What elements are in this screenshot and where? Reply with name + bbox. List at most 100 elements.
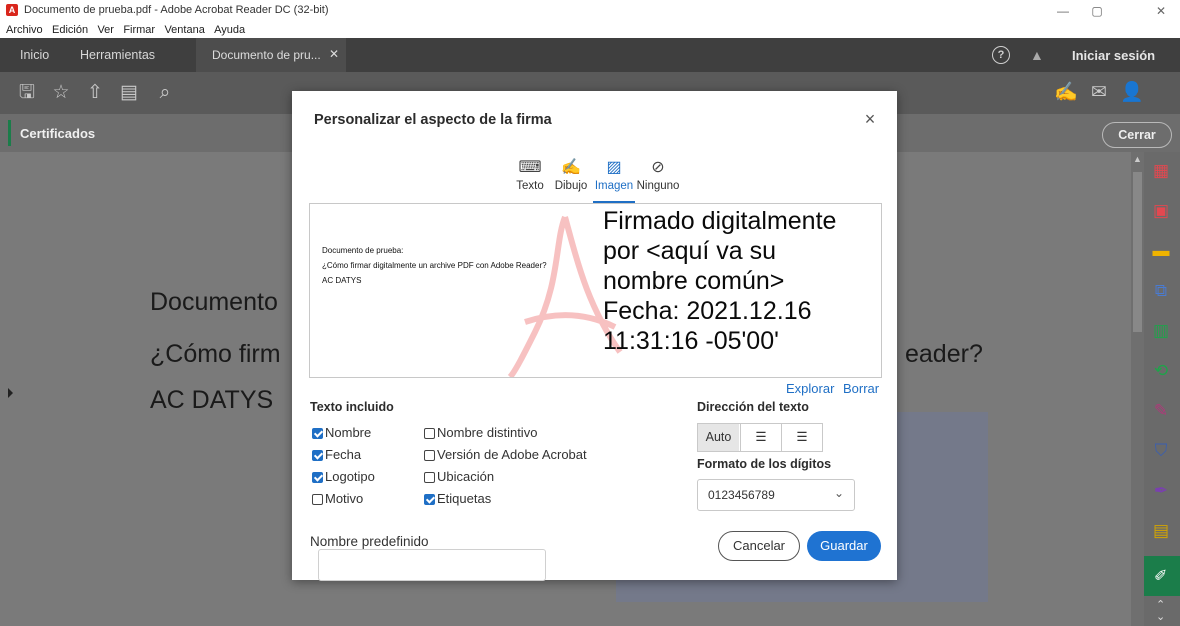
checkbox-motivo[interactable]: Motivo — [312, 490, 363, 508]
doc-line-1: Documento — [150, 288, 278, 316]
checkbox-nombre-distintivo[interactable]: Nombre distintivo — [424, 424, 537, 442]
add-user-icon[interactable]: 👤 — [1120, 82, 1144, 104]
borrar-link[interactable]: Borrar — [843, 381, 879, 396]
print-icon[interactable]: ▤ — [118, 82, 140, 104]
cancel-button[interactable]: Cancelar — [718, 531, 800, 561]
tab-ninguno[interactable]: ⊘ Ninguno — [635, 157, 681, 192]
certificate-pen-icon: ✐ — [1154, 568, 1168, 585]
align-left-icon[interactable]: ☰ — [740, 424, 781, 451]
tab-imagen[interactable]: ▨ Imagen — [592, 157, 636, 192]
checkbox-checked-icon — [312, 450, 323, 461]
customize-signature-dialog: Personalizar el aspecto de la firma × ⌨ … — [292, 91, 897, 581]
checkbox-version-label: Versión de Adobe Acrobat — [437, 447, 587, 462]
checkbox-checked-icon — [312, 472, 323, 483]
digits-select-value: 0123456789 — [708, 488, 775, 502]
protect-icon[interactable]: ⛉ — [1148, 438, 1174, 464]
tab-tools[interactable]: Herramientas — [80, 38, 155, 72]
tab-bar: Inicio Herramientas Documento de pru... … — [0, 38, 1180, 72]
close-window-button[interactable]: ✕ — [1144, 0, 1178, 22]
expand-panel-icon[interactable] — [8, 388, 13, 398]
checkbox-unchecked-icon — [424, 428, 435, 439]
direccion-heading: Dirección del texto — [697, 400, 809, 414]
dialog-close-icon[interactable]: × — [860, 109, 880, 129]
checkbox-logotipo[interactable]: Logotipo — [312, 468, 375, 486]
combine-icon[interactable]: ⧉ — [1148, 278, 1174, 304]
checkbox-fecha-label: Fecha — [325, 447, 362, 462]
checkbox-fecha[interactable]: Fecha — [312, 446, 361, 464]
menu-archivo[interactable]: Archivo — [6, 22, 43, 38]
signin-link[interactable]: Iniciar sesión — [1072, 48, 1155, 63]
search-icon[interactable]: ⌕ — [154, 82, 176, 104]
preview-big-line-4: Fecha: 2021.12.16 — [603, 297, 812, 325]
more-tools-icon[interactable]: ▤ — [1148, 518, 1174, 544]
tab-imagen-label: Imagen — [594, 180, 634, 192]
texto-incluido-heading: Texto incluido — [310, 400, 394, 414]
doc-line-2: ¿Cómo firm — [150, 340, 281, 368]
checkbox-etiquetas[interactable]: Etiquetas — [424, 490, 491, 508]
fill-sign-icon[interactable]: ✎ — [1148, 398, 1174, 424]
align-right-icon[interactable]: ☰ — [781, 424, 822, 451]
checkbox-nombre-distintivo-label: Nombre distintivo — [437, 425, 538, 440]
sign-pen-icon[interactable]: ✍ — [1054, 82, 1078, 104]
star-icon[interactable]: ☆ — [50, 82, 72, 104]
request-signature-icon[interactable]: ✒ — [1148, 478, 1174, 504]
checkbox-motivo-label: Motivo — [325, 491, 364, 506]
menu-bar: Archivo Edición Ver Firmar Ventana Ayuda — [0, 22, 1180, 38]
scan-icon[interactable]: ⟲ — [1148, 358, 1174, 384]
certificates-label: Certificados — [20, 126, 96, 141]
tab-texto[interactable]: ⌨ Texto — [514, 157, 546, 192]
maximize-button[interactable]: ▢ — [1080, 0, 1114, 22]
tab-home[interactable]: Inicio — [20, 38, 49, 72]
checkbox-nombre-label: Nombre — [325, 425, 372, 440]
doc-line-2-end: eader? — [905, 340, 983, 368]
menu-edicion[interactable]: Edición — [52, 22, 88, 38]
mail-icon[interactable]: ✉ — [1088, 82, 1110, 104]
close-certificates-button[interactable]: Cerrar — [1102, 122, 1172, 148]
checkbox-ubicacion-label: Ubicación — [437, 469, 495, 484]
preview-small-line-3: AC DATYS — [322, 276, 362, 285]
upload-cloud-icon[interactable]: ⇧ — [84, 82, 106, 104]
export-pdf-icon[interactable]: ▦ — [1148, 158, 1174, 184]
dir-auto-button[interactable]: Auto — [698, 424, 739, 451]
title-bar: A Documento de prueba.pdf - Adobe Acroba… — [0, 0, 1180, 22]
tab-texto-label: Texto — [516, 180, 544, 192]
tab-document[interactable]: Documento de pru... ✕ — [196, 38, 346, 72]
menu-ventana[interactable]: Ventana — [164, 22, 204, 38]
preview-big-text: Firmado digitalmente por <aquí va su nom… — [603, 206, 836, 356]
menu-ver[interactable]: Ver — [97, 22, 114, 38]
digits-format-select[interactable]: 0123456789 ⌄ — [697, 479, 855, 511]
bell-icon[interactable]: ▲ — [1030, 47, 1044, 63]
preview-small-line-2: ¿Cómo firmar digitalmente un archive PDF… — [322, 261, 547, 270]
organize-icon[interactable]: ▥ — [1148, 318, 1174, 344]
save-button[interactable]: Guardar — [807, 531, 881, 561]
create-pdf-icon[interactable]: ▣ — [1148, 198, 1174, 224]
menu-firmar[interactable]: Firmar — [123, 22, 155, 38]
checkbox-checked-icon — [312, 428, 323, 439]
keyboard-icon: ⌨ — [518, 159, 542, 176]
tab-close-icon[interactable]: ✕ — [329, 47, 339, 61]
nombre-predefinido-label: Nombre predefinido — [310, 534, 429, 549]
vertical-scrollbar[interactable]: ▲ — [1131, 152, 1144, 626]
checkbox-ubicacion[interactable]: Ubicación — [424, 468, 494, 486]
comment-icon[interactable]: ▬ — [1148, 238, 1174, 264]
preview-big-line-1: Firmado digitalmente — [603, 207, 837, 235]
window-title: Documento de prueba.pdf - Adobe Acrobat … — [24, 4, 329, 16]
nombre-predefinido-input[interactable] — [318, 549, 546, 581]
tab-dibujo[interactable]: ✍ Dibujo — [551, 157, 591, 192]
preview-big-line-2: por <aquí va su — [603, 237, 777, 265]
checkbox-nombre[interactable]: Nombre — [312, 424, 371, 442]
dialog-title: Personalizar el aspecto de la firma — [314, 112, 552, 128]
active-indicator — [8, 120, 11, 146]
certificates-tool-active[interactable]: ✐ — [1144, 556, 1180, 596]
explorar-link[interactable]: Explorar — [786, 381, 834, 396]
menu-ayuda[interactable]: Ayuda — [214, 22, 245, 38]
checkbox-version[interactable]: Versión de Adobe Acrobat — [424, 446, 587, 464]
signature-preview: Documento de prueba: ¿Cómo firmar digita… — [309, 203, 882, 378]
panel-scroll-down-icon[interactable]: ⌄ — [1156, 610, 1165, 623]
scroll-up-icon[interactable]: ▲ — [1133, 154, 1142, 164]
save-icon[interactable]: 🖫 — [16, 82, 38, 104]
draw-pen-icon: ✍ — [561, 159, 581, 176]
scroll-thumb[interactable] — [1133, 172, 1142, 332]
minimize-button[interactable]: — — [1046, 0, 1080, 22]
help-icon[interactable]: ? — [992, 46, 1010, 64]
